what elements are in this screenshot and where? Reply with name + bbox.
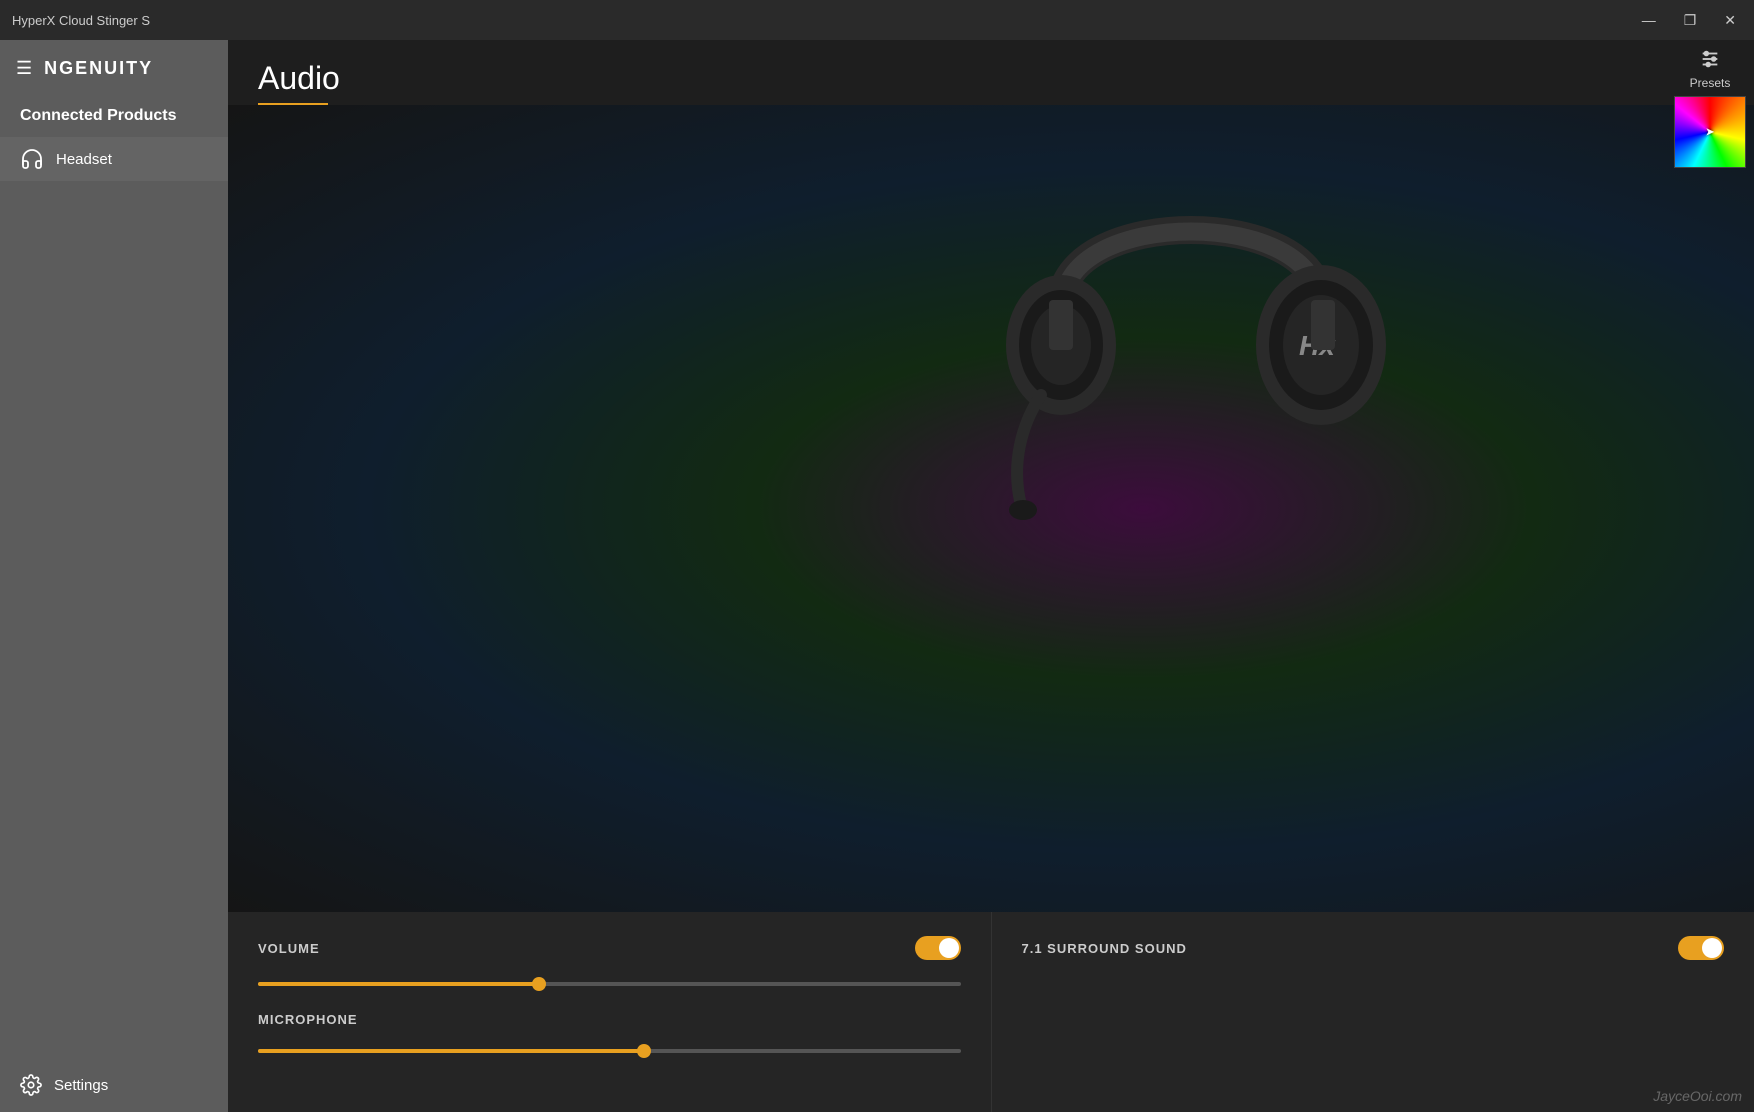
maximize-button[interactable]: ❐ (1678, 10, 1703, 31)
volume-slider-container[interactable] (258, 976, 961, 992)
sidebar-item-settings[interactable]: Settings (0, 1058, 228, 1112)
presets-label: Presets (1690, 76, 1731, 90)
surround-control-panel: 7.1 SURROUND SOUND (992, 912, 1754, 1112)
audio-control-panel: VOLUME MICROPHONE (228, 912, 992, 1112)
headset-image: Hx (941, 125, 1441, 555)
titlebar: HyperX Cloud Stinger S — ❐ ✕ (0, 0, 1754, 40)
surround-toggle-thumb (1702, 938, 1722, 958)
presets-thumbnail-label: ➤ (1706, 127, 1714, 138)
surround-toggle[interactable] (1678, 936, 1724, 960)
presets-button[interactable]: Presets ➤ (1666, 40, 1754, 168)
page-title-area: Audio (228, 40, 1754, 105)
connected-products-label: Connected Products (0, 95, 228, 137)
microphone-slider-container[interactable] (258, 1043, 961, 1059)
page-title: Audio (258, 60, 1724, 97)
headset-icon (20, 147, 44, 171)
presets-thumbnail[interactable]: ➤ (1674, 96, 1746, 168)
microphone-label: MICROPHONE (258, 1012, 358, 1027)
microphone-row: MICROPHONE (258, 1012, 961, 1027)
volume-toggle-thumb (939, 938, 959, 958)
close-button[interactable]: ✕ (1718, 10, 1742, 31)
surround-toggle-track[interactable] (1678, 936, 1724, 960)
hamburger-icon[interactable]: ☰ (16, 58, 32, 79)
presets-icon (1699, 48, 1721, 70)
surround-row: 7.1 SURROUND SOUND (1022, 936, 1725, 960)
volume-label: VOLUME (258, 941, 320, 956)
hero-area: Hx (228, 105, 1754, 912)
controls-area: VOLUME MICROPHONE (228, 912, 1754, 1112)
window-title: HyperX Cloud Stinger S (12, 13, 150, 28)
volume-toggle[interactable] (915, 936, 961, 960)
sidebar-header: ☰ NGENUITY (0, 40, 228, 95)
logo-text: NGENUITY (44, 58, 153, 79)
volume-row: VOLUME (258, 936, 961, 960)
content-area: Presets ➤ Audio (228, 40, 1754, 1112)
sidebar: ☰ NGENUITY Connected Products Headset Se… (0, 40, 228, 1112)
headset-label: Headset (56, 151, 112, 168)
minimize-button[interactable]: — (1636, 10, 1662, 31)
surround-label: 7.1 SURROUND SOUND (1022, 941, 1187, 956)
watermark: JayceOoi.com (1653, 1088, 1742, 1104)
gear-icon (20, 1074, 42, 1096)
volume-toggle-track[interactable] (915, 936, 961, 960)
settings-label: Settings (54, 1077, 108, 1094)
window-controls: — ❐ ✕ (1636, 10, 1742, 31)
sidebar-item-headset[interactable]: Headset (0, 137, 228, 181)
app-body: ☰ NGENUITY Connected Products Headset Se… (0, 40, 1754, 1112)
